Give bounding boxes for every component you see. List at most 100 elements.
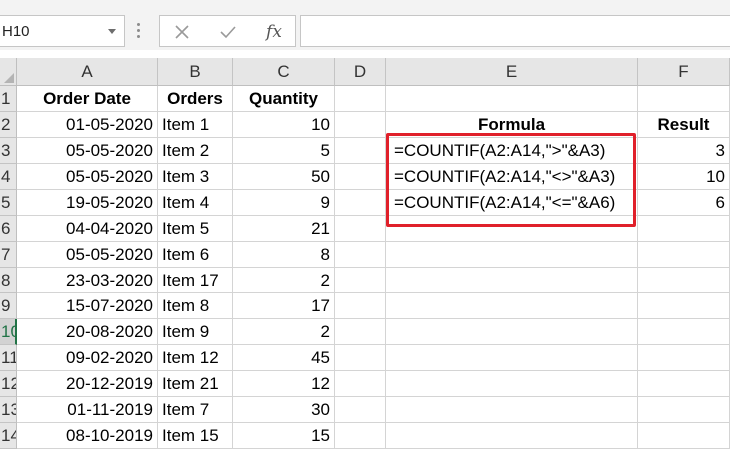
checkmark-icon[interactable] (214, 20, 242, 44)
cell-d10[interactable] (335, 319, 386, 346)
cell-a6[interactable]: 04-04-2020 (17, 215, 158, 242)
cell-b10[interactable]: Item 9 (158, 319, 233, 346)
cell-a13[interactable]: 01-11-2019 (17, 397, 158, 424)
cell-e7[interactable] (386, 241, 638, 268)
cell-d6[interactable] (335, 215, 386, 242)
cell-c3[interactable]: 5 (233, 137, 335, 164)
column-header-f[interactable]: F (638, 58, 730, 86)
cell-a5[interactable]: 19-05-2020 (17, 189, 158, 216)
cell-e12[interactable] (386, 371, 638, 398)
cell-b6[interactable]: Item 5 (158, 215, 233, 242)
chevron-down-icon[interactable] (108, 29, 116, 34)
cell-f10[interactable] (638, 319, 730, 346)
cell-b3[interactable]: Item 2 (158, 137, 233, 164)
cell-d2[interactable] (335, 111, 386, 138)
cell-c11[interactable]: 45 (233, 345, 335, 372)
cell-b12[interactable]: Item 21 (158, 371, 233, 398)
drag-handle-icon[interactable] (137, 23, 140, 39)
cell-f7[interactable] (638, 241, 730, 268)
cell-e9[interactable] (386, 293, 638, 320)
cell-e11[interactable] (386, 345, 638, 372)
cell-d12[interactable] (335, 371, 386, 398)
cell-f9[interactable] (638, 293, 730, 320)
cell-e8[interactable] (386, 267, 638, 294)
cell-f11[interactable] (638, 345, 730, 372)
cell-a11[interactable]: 09-02-2020 (17, 345, 158, 372)
cell-a2[interactable]: 01-05-2020 (17, 111, 158, 138)
cell-a12[interactable]: 20-12-2019 (17, 371, 158, 398)
cell-a7[interactable]: 05-05-2020 (17, 241, 158, 268)
cell-c5[interactable]: 9 (233, 189, 335, 216)
cell-c4[interactable]: 50 (233, 163, 335, 190)
column-header-a[interactable]: A (17, 58, 158, 86)
worksheet-grid[interactable]: A B C D E F 1 Order Date Orders Quantity 2 01-05-20… (0, 58, 730, 458)
name-box[interactable]: H10 (0, 15, 125, 47)
cell-e13[interactable] (386, 397, 638, 424)
cell-d11[interactable] (335, 345, 386, 372)
row-header-4[interactable]: 4 (0, 163, 17, 190)
cell-e3[interactable]: =COUNTIF(A2:A14,">"&A3) (386, 137, 638, 164)
cell-f8[interactable] (638, 267, 730, 294)
row-header-3[interactable]: 3 (0, 137, 17, 164)
cell-e10[interactable] (386, 319, 638, 346)
column-header-b[interactable]: B (158, 58, 233, 86)
row-header-10[interactable]: 10 (0, 319, 17, 346)
row-header-6[interactable]: 6 (0, 215, 17, 242)
cell-b11[interactable]: Item 12 (158, 345, 233, 372)
cell-a8[interactable]: 23-03-2020 (17, 267, 158, 294)
cell-f4[interactable]: 10 (638, 163, 730, 190)
cell-b8[interactable]: Item 17 (158, 267, 233, 294)
row-header-1[interactable]: 1 (0, 86, 17, 112)
column-header-e[interactable]: E (386, 58, 638, 86)
cell-a3[interactable]: 05-05-2020 (17, 137, 158, 164)
cell-c10[interactable]: 2 (233, 319, 335, 346)
cell-e6[interactable] (386, 215, 638, 242)
cell-c6[interactable]: 21 (233, 215, 335, 242)
cell-a10[interactable]: 20-08-2020 (17, 319, 158, 346)
cell-b5[interactable]: Item 4 (158, 189, 233, 216)
cell-a9[interactable]: 15-07-2020 (17, 293, 158, 320)
row-header-5[interactable]: 5 (0, 189, 17, 216)
row-header-14[interactable]: 14 (0, 423, 17, 449)
cell-c14[interactable]: 15 (233, 423, 335, 449)
cell-b7[interactable]: Item 6 (158, 241, 233, 268)
cell-b2[interactable]: Item 1 (158, 111, 233, 138)
row-header-11[interactable]: 11 (0, 345, 17, 372)
cell-f1[interactable] (638, 86, 730, 112)
row-header-12[interactable]: 12 (0, 371, 17, 398)
cell-c12[interactable]: 12 (233, 371, 335, 398)
cell-f12[interactable] (638, 371, 730, 398)
insert-function-button[interactable]: fx (260, 20, 288, 44)
cell-b4[interactable]: Item 3 (158, 163, 233, 190)
cell-d8[interactable] (335, 267, 386, 294)
cell-e1[interactable] (386, 86, 638, 112)
row-header-13[interactable]: 13 (0, 397, 17, 424)
cell-f14[interactable] (638, 423, 730, 449)
cell-d5[interactable] (335, 189, 386, 216)
cell-b1[interactable]: Orders (158, 86, 233, 112)
cell-f13[interactable] (638, 397, 730, 424)
select-all-button[interactable] (0, 58, 17, 86)
cell-c13[interactable]: 30 (233, 397, 335, 424)
cell-d13[interactable] (335, 397, 386, 424)
row-header-8[interactable]: 8 (0, 267, 17, 294)
cell-b13[interactable]: Item 7 (158, 397, 233, 424)
cell-c9[interactable]: 17 (233, 293, 335, 320)
cell-d3[interactable] (335, 137, 386, 164)
cell-f2[interactable]: Result (638, 111, 730, 138)
cell-d14[interactable] (335, 423, 386, 449)
cell-f6[interactable] (638, 215, 730, 242)
formula-input[interactable] (300, 15, 730, 47)
cell-e4[interactable]: =COUNTIF(A2:A14,"<>"&A3) (386, 163, 638, 190)
cell-a1[interactable]: Order Date (17, 86, 158, 112)
cell-f5[interactable]: 6 (638, 189, 730, 216)
cell-d7[interactable] (335, 241, 386, 268)
row-header-7[interactable]: 7 (0, 241, 17, 268)
cell-c1[interactable]: Quantity (233, 86, 335, 112)
column-header-c[interactable]: C (233, 58, 335, 86)
cell-b9[interactable]: Item 8 (158, 293, 233, 320)
close-icon[interactable] (168, 20, 196, 44)
cell-e5[interactable]: =COUNTIF(A2:A14,"<="&A6) (386, 189, 638, 216)
cell-a14[interactable]: 08-10-2019 (17, 423, 158, 449)
row-header-9[interactable]: 9 (0, 293, 17, 320)
